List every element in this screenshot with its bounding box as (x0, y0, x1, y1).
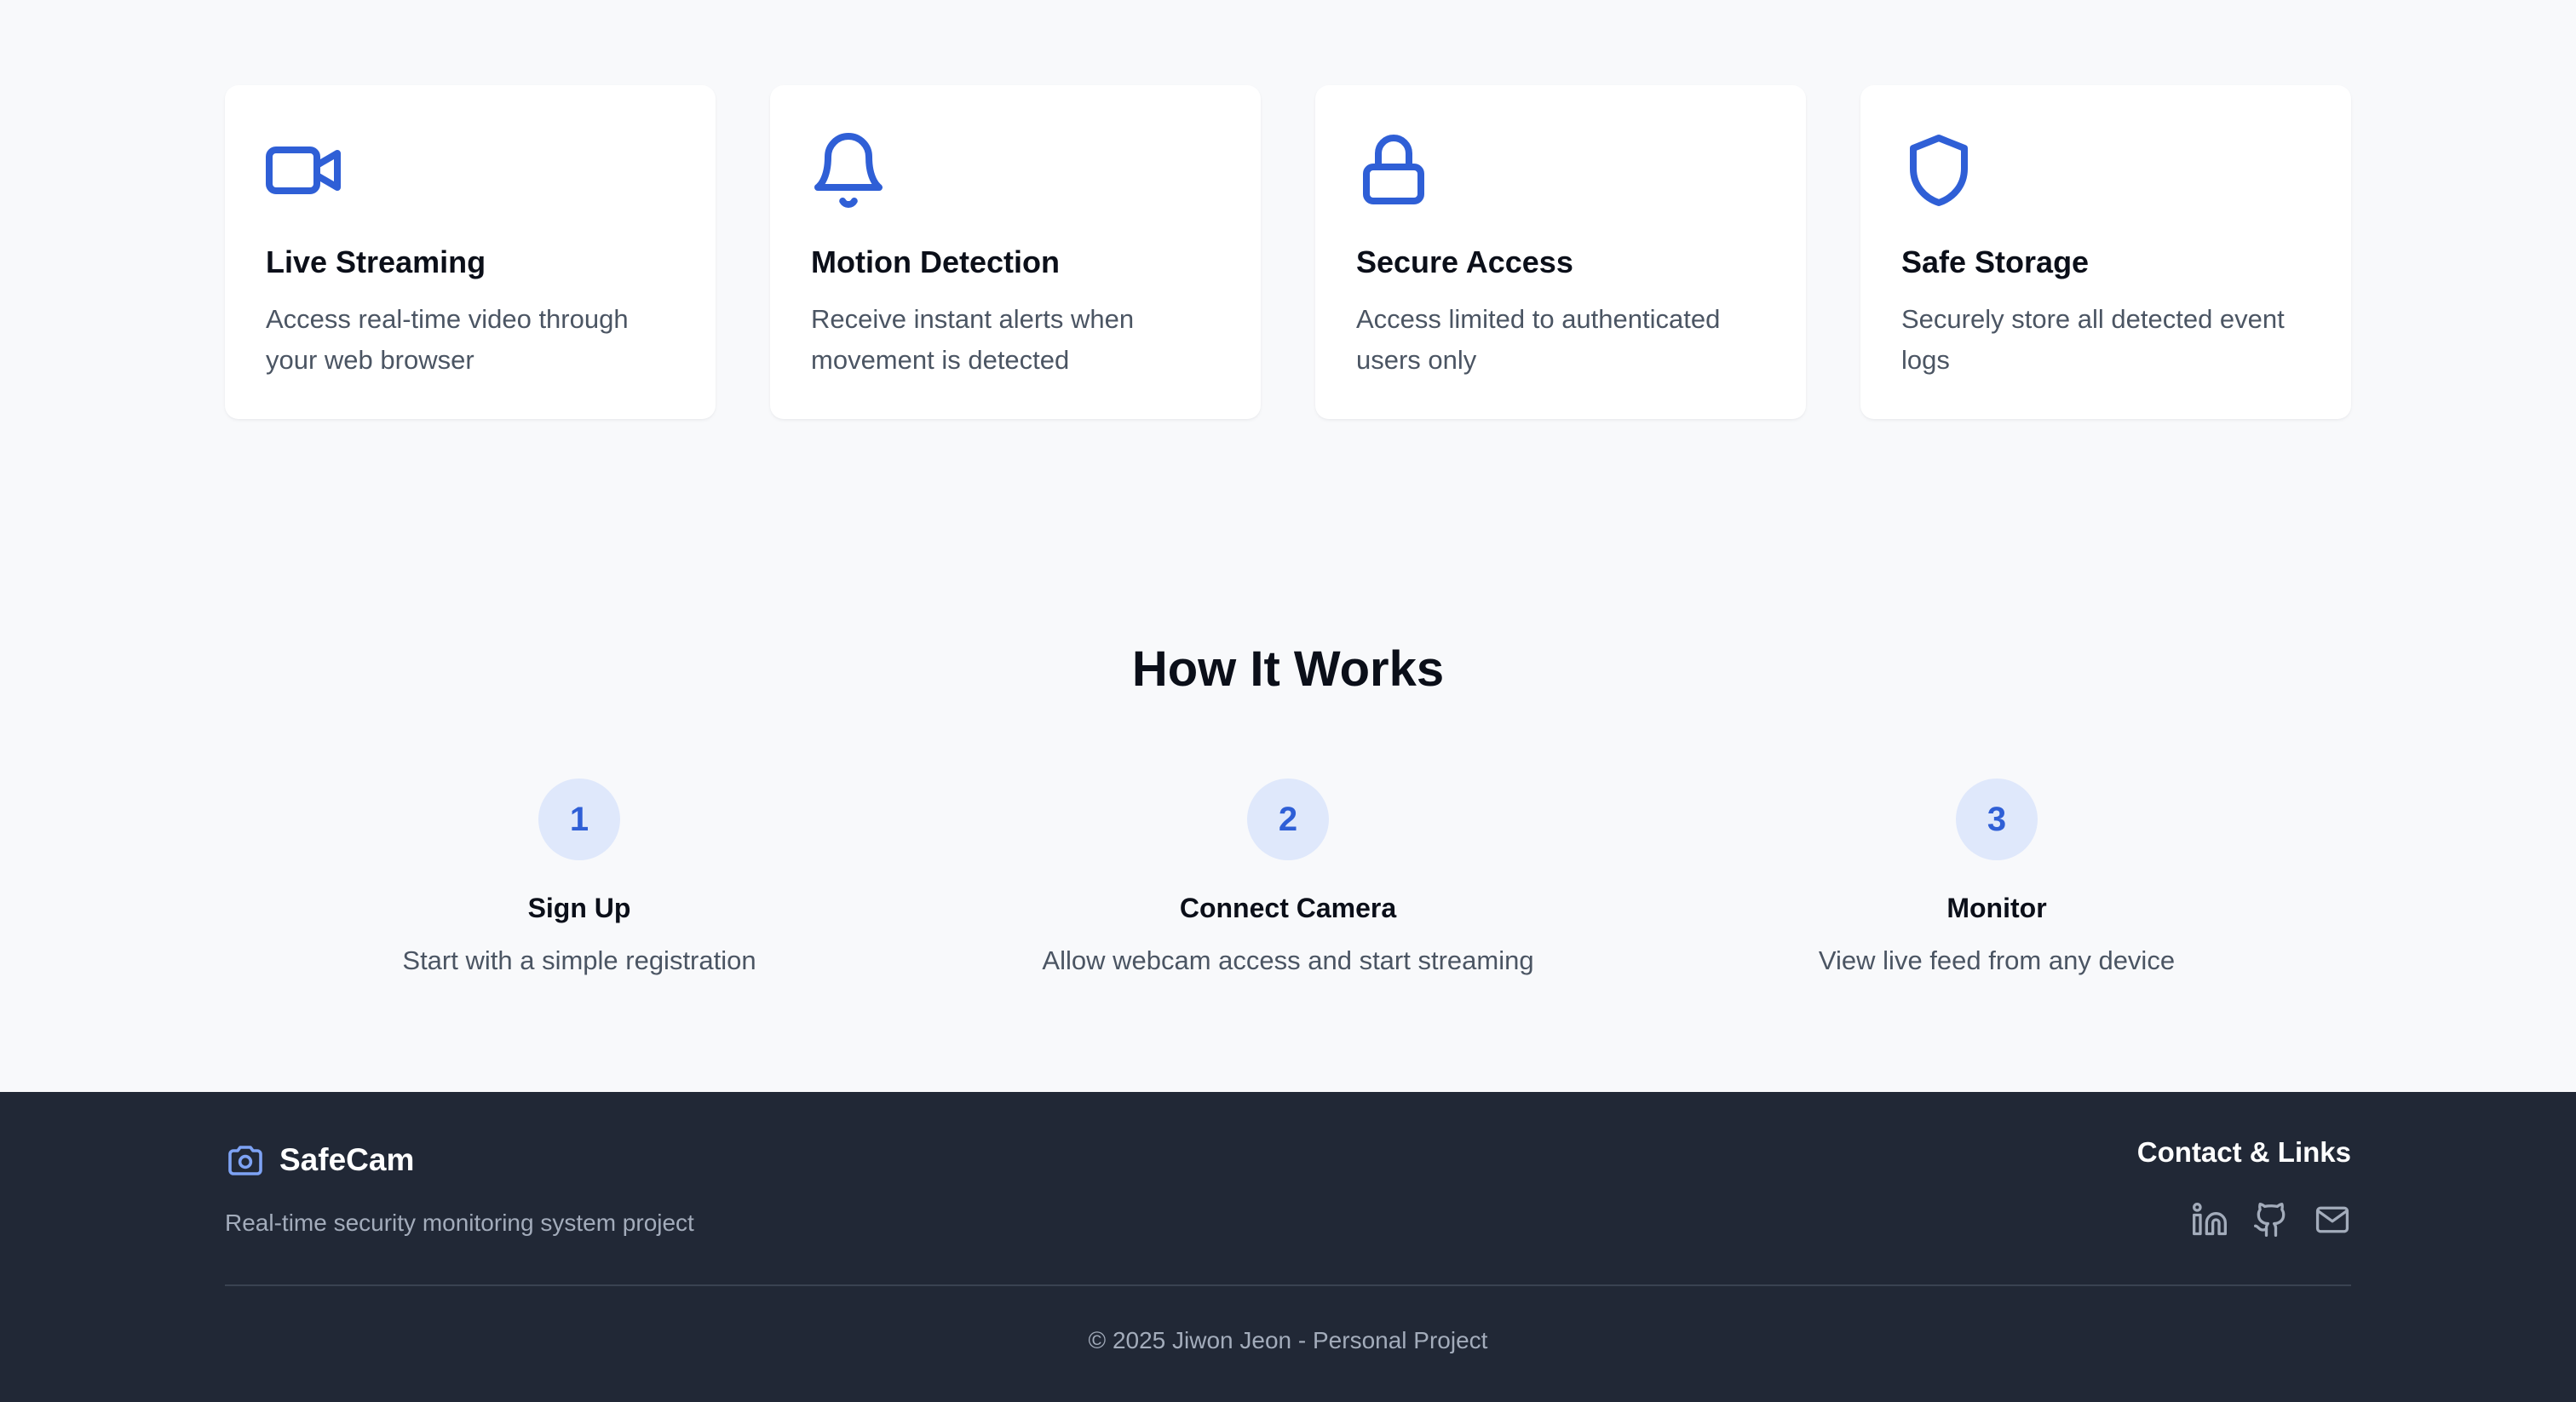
feature-title: Secure Access (1356, 244, 1573, 279)
step-number-badge: 2 (1247, 779, 1329, 860)
github-link[interactable] (2252, 1201, 2290, 1238)
feature-title: Motion Detection (811, 244, 1060, 279)
feature-description: Securely store all detected event logs (1901, 304, 2285, 376)
landing-page: Live Streaming Access real-time video th… (0, 0, 2576, 1402)
feature-card-live-streaming: Live Streaming Access real-time video th… (225, 85, 716, 419)
step-sign-up: 1 Sign Up Start with a simple registrati… (225, 779, 934, 978)
social-links (2191, 1201, 2351, 1238)
github-icon (2252, 1201, 2290, 1238)
contact-links-heading: Contact & Links (2136, 1136, 2351, 1168)
bell-icon (808, 129, 889, 211)
footer-divider (225, 1284, 2351, 1286)
step-number-badge: 3 (1956, 779, 2038, 860)
feature-card-motion-detection: Motion Detection Receive instant alerts … (770, 85, 1261, 419)
camera-icon (225, 1140, 266, 1181)
step-connect-camera: 2 Connect Camera Allow webcam access and… (934, 779, 1642, 978)
linkedin-link[interactable] (2191, 1201, 2228, 1238)
feature-card-secure-access: Secure Access Access limited to authenti… (1315, 85, 1806, 419)
how-it-works-steps: 1 Sign Up Start with a simple registrati… (225, 779, 2351, 978)
brand-name: SafeCam (279, 1142, 415, 1177)
copyright-text: © 2025 Jiwon Jeon - Personal Project (1088, 1327, 1488, 1353)
step-number-badge: 1 (538, 779, 620, 860)
step-title: Sign Up (527, 893, 631, 923)
step-monitor: 3 Monitor View live feed from any device (1642, 779, 2351, 978)
shield-icon (1898, 129, 1980, 211)
footer-tagline: Real-time security monitoring system pro… (225, 1210, 694, 1236)
features-section: Live Streaming Access real-time video th… (225, 85, 2351, 419)
step-description: Start with a simple registration (402, 945, 756, 975)
step-description: View live feed from any device (1818, 945, 2176, 975)
lock-icon (1353, 129, 1435, 211)
linkedin-icon (2191, 1201, 2228, 1238)
feature-description: Receive instant alerts when movement is … (811, 304, 1135, 376)
feature-description: Access real-time video through your web … (266, 304, 629, 376)
feature-title: Safe Storage (1901, 244, 2090, 279)
how-it-works-title: How It Works (1131, 641, 1445, 697)
feature-description: Access limited to authenticated users on… (1356, 304, 1721, 376)
footer-brand: SafeCam (225, 1140, 414, 1181)
footer: SafeCam Real-time security monitoring sy… (0, 1092, 2576, 1402)
video-camera-icon (262, 129, 344, 211)
mail-icon (2314, 1201, 2351, 1238)
feature-title: Live Streaming (266, 244, 486, 279)
step-title: Connect Camera (1179, 893, 1397, 923)
email-link[interactable] (2314, 1201, 2351, 1238)
feature-card-safe-storage: Safe Storage Securely store all detected… (1860, 85, 2351, 419)
step-description: Allow webcam access and start streaming (1042, 945, 1534, 975)
step-title: Monitor (1946, 893, 2047, 923)
